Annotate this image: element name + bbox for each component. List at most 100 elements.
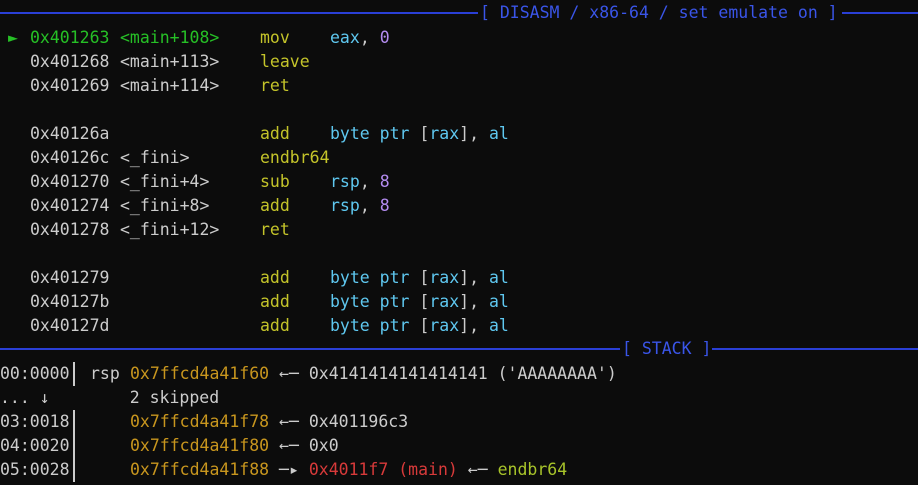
current-instruction-arrow-icon: ►	[8, 28, 18, 47]
stack-value-token: 0x4141414141414141 ('AAAAAAAA')	[308, 364, 617, 383]
instruction-operands: eax, 0	[330, 26, 390, 50]
operand-token: 8	[379, 196, 390, 215]
stack-value-token: 0x7ffcd4a41f80	[130, 436, 270, 455]
disasm-row: 0x401268 <main+113> leave	[0, 50, 918, 74]
stack-value-token: ←─	[269, 436, 309, 455]
disasm-row: 0x401279 add byte ptr [rax], al	[0, 266, 918, 290]
instruction-mnemonic: endbr64	[260, 148, 330, 167]
operand-token: ],	[459, 292, 489, 311]
disasm-row: 0x401269 <main+114> ret	[0, 74, 918, 98]
instruction-symbol: <_fini+4>	[120, 172, 210, 191]
instruction-symbol: <_fini+12>	[120, 220, 220, 239]
stack-offset: 04:0020	[0, 436, 70, 455]
instruction-mnemonic: leave	[260, 52, 310, 71]
disasm-separator-left	[0, 12, 478, 14]
instruction-operands: rsp, 8	[330, 170, 390, 194]
stack-offset: 05:0028	[0, 460, 70, 479]
instruction-address: 0x401278	[30, 220, 110, 239]
instruction-address: 0x401269	[30, 76, 110, 95]
disasm-row: 0x401278 <_fini+12> ret	[0, 218, 918, 242]
instruction-operands: byte ptr [rax], al	[330, 122, 509, 146]
instruction-operands: byte ptr [rax], al	[330, 290, 509, 314]
stack-value-token: endbr64	[497, 460, 568, 479]
disasm-separator-right	[842, 12, 918, 14]
instruction-mnemonic: ret	[260, 76, 290, 95]
instruction-mnemonic: add	[260, 196, 290, 215]
stack-value-token: 0x0	[308, 436, 339, 455]
stack-offset: 00:0000	[0, 364, 70, 383]
operand-token: 8	[379, 172, 390, 191]
operand-token: ],	[459, 124, 489, 143]
instruction-operands: rsp, 8	[330, 194, 390, 218]
instruction-mnemonic: add	[260, 316, 290, 335]
disasm-row: 0x40127b add byte ptr [rax], al	[0, 290, 918, 314]
operand-token: 0	[379, 28, 390, 47]
instruction-operands: byte ptr [rax], al	[330, 266, 509, 290]
disasm-row: 0x40126a add byte ptr [rax], al	[0, 122, 918, 146]
disasm-row: 0x40127d add byte ptr [rax], al	[0, 314, 918, 338]
operand-token: eax	[330, 28, 360, 47]
stack-register-label: rsp	[90, 364, 120, 383]
operand-token: byte ptr	[330, 316, 420, 335]
instruction-symbol: <main+113>	[120, 52, 220, 71]
operand-token: ,	[359, 172, 380, 191]
instruction-operands: byte ptr [rax], al	[330, 314, 509, 338]
operand-token: [	[419, 268, 430, 287]
stack-value-token: ←─	[457, 460, 498, 479]
operand-token: al	[488, 316, 509, 335]
instruction-mnemonic: sub	[260, 172, 290, 191]
operand-token: rax	[429, 124, 460, 143]
operand-token: rax	[429, 292, 460, 311]
stack-value-chain: 0x7ffcd4a41f88 ─▸ 0x4011f7 (main) ←─ end…	[130, 458, 567, 482]
stack-value-chain: 0x7ffcd4a41f78 ←─ 0x401196c3	[130, 410, 408, 434]
instruction-mnemonic: mov	[260, 28, 290, 47]
operand-token: rax	[429, 316, 460, 335]
disasm-row: 0x40126c <_fini> endbr64	[0, 146, 918, 170]
operand-token: al	[488, 268, 509, 287]
stack-value-chain: 0x7ffcd4a41f60 ←─ 0x4141414141414141 ('A…	[130, 362, 617, 386]
operand-token: rsp	[330, 196, 360, 215]
operand-token: [	[419, 316, 430, 335]
stack-row: 03:0018 0x7ffcd4a41f78 ←─ 0x401196c3	[0, 410, 918, 434]
stack-row-divider	[73, 458, 75, 482]
instruction-address: 0x40126a	[30, 124, 110, 143]
operand-token: [	[419, 292, 430, 311]
operand-token: al	[488, 124, 509, 143]
operand-token: rsp	[330, 172, 360, 191]
disasm-row: 0x401274 <_fini+8> add rsp, 8	[0, 194, 918, 218]
stack-row-divider	[73, 410, 75, 434]
stack-value-chain: 2 skipped	[90, 386, 219, 410]
instruction-address: 0x401274	[30, 196, 110, 215]
operand-token: byte ptr	[330, 268, 420, 287]
operand-token: [	[419, 124, 430, 143]
instruction-address: 0x401270	[30, 172, 110, 191]
operand-token: ],	[459, 316, 489, 335]
operand-token: al	[488, 292, 509, 311]
instruction-mnemonic: add	[260, 268, 290, 287]
stack-value-token: ←─	[269, 364, 309, 383]
instruction-address: 0x40127b	[30, 292, 110, 311]
instruction-symbol: <main+114>	[120, 76, 220, 95]
disasm-row: 0x401270 <_fini+4> sub rsp, 8	[0, 170, 918, 194]
stack-row: 04:0020 0x7ffcd4a41f80 ←─ 0x0	[0, 434, 918, 458]
stack-offset: ... ↓	[0, 388, 50, 407]
instruction-symbol: <_fini+8>	[120, 196, 210, 215]
stack-value-token: 0x7ffcd4a41f78	[130, 412, 270, 431]
instruction-symbol: <main+108>	[120, 28, 220, 47]
instruction-address: 0x401268	[30, 52, 110, 71]
stack-value-chain: 0x7ffcd4a41f80 ←─ 0x0	[130, 434, 339, 458]
operand-token: ],	[459, 268, 489, 287]
stack-row: ... ↓ 2 skipped	[0, 386, 918, 410]
operand-token: byte ptr	[330, 124, 420, 143]
instruction-mnemonic: ret	[260, 220, 290, 239]
stack-header: [ STACK ]	[622, 337, 712, 361]
stack-separator-right	[712, 348, 918, 350]
stack-separator-left	[0, 348, 620, 350]
stack-value-token: ─▸	[269, 460, 309, 479]
operand-token: ,	[359, 28, 380, 47]
stack-value-token: 0x7ffcd4a41f60	[130, 364, 270, 383]
stack-row-divider	[73, 434, 75, 458]
disasm-current-row: ► 0x401263 <main+108> mov eax, 0	[0, 26, 918, 50]
operand-token: ,	[359, 196, 380, 215]
instruction-mnemonic: add	[260, 292, 290, 311]
